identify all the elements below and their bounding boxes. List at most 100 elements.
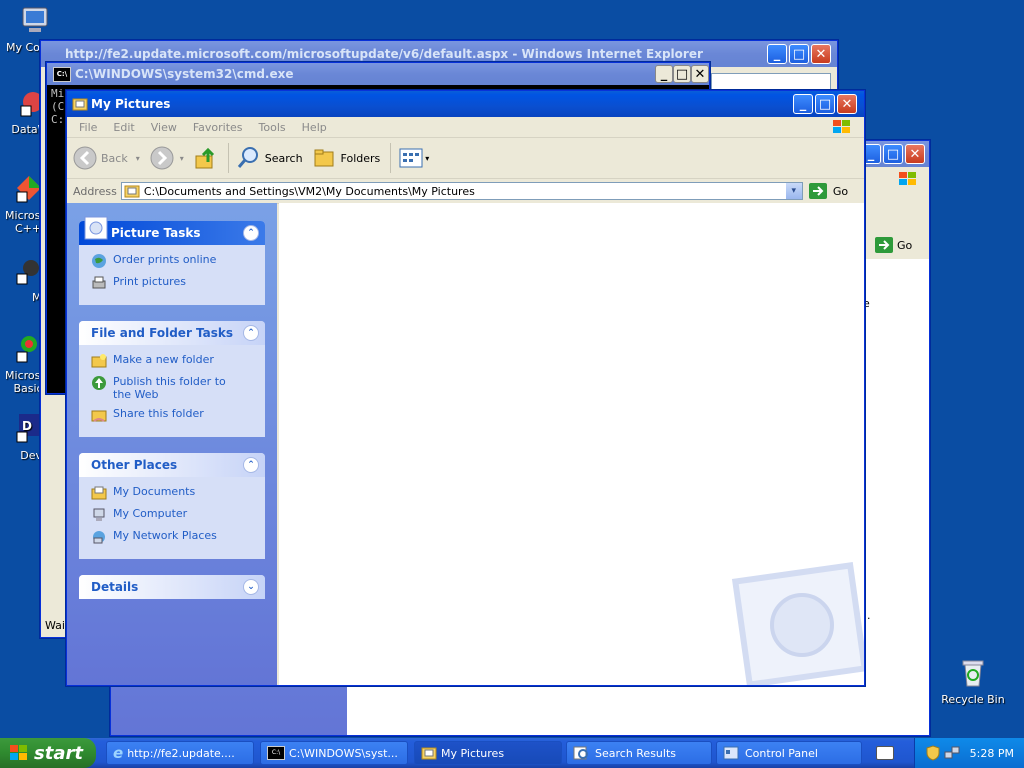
taskbar-button-label: http://fe2.update.... bbox=[127, 746, 235, 760]
task-make-new-folder[interactable]: Make a new folder bbox=[91, 353, 255, 369]
panel-header[interactable]: Picture Tasks ⌃ bbox=[79, 216, 265, 245]
search-close-button[interactable]: ✕ bbox=[905, 144, 925, 164]
my-documents-icon bbox=[91, 486, 107, 500]
menu-file[interactable]: File bbox=[71, 121, 105, 134]
start-button[interactable]: start bbox=[0, 738, 96, 768]
task-share-folder[interactable]: Share this folder bbox=[91, 407, 255, 423]
windows-logo-icon bbox=[899, 172, 916, 185]
ie-close-button[interactable]: ✕ bbox=[811, 44, 831, 64]
recycle-bin-icon bbox=[962, 660, 984, 687]
task-publish-folder[interactable]: Publish this folder to the Web bbox=[91, 375, 255, 401]
desktop-icon-recycle-bin[interactable]: Recycle Bin bbox=[938, 656, 1008, 706]
network-connection-icon[interactable] bbox=[944, 745, 960, 761]
place-my-documents[interactable]: My Documents bbox=[91, 485, 255, 501]
keyboard-icon[interactable] bbox=[876, 746, 894, 760]
search-go-button[interactable]: Go bbox=[875, 237, 912, 253]
windows-logo-icon bbox=[833, 120, 850, 133]
taskbar-button-label: Search Results bbox=[595, 746, 677, 760]
taskbar-button-label: My Pictures bbox=[441, 746, 505, 760]
taskbar-button-cmd[interactable]: C:\ C:\WINDOWS\syst... bbox=[260, 741, 408, 765]
task-label: Order prints online bbox=[113, 253, 217, 266]
back-button[interactable]: Back ▾ bbox=[73, 146, 140, 170]
explorer-titlebar[interactable]: My Pictures _ □ ✕ bbox=[67, 91, 864, 117]
chevron-down-icon: ▾ bbox=[425, 153, 430, 163]
explorer-close-button[interactable]: ✕ bbox=[837, 94, 857, 114]
search-content-text: . bbox=[867, 609, 871, 622]
go-arrow-icon bbox=[808, 183, 827, 199]
taskbar-button-search-results[interactable]: Search Results bbox=[566, 741, 712, 765]
forward-button[interactable]: ▾ bbox=[150, 146, 184, 170]
taskbar-button-ie[interactable]: e http://fe2.update.... bbox=[106, 741, 254, 765]
search-results-icon bbox=[573, 746, 588, 760]
search-button[interactable]: Search bbox=[237, 146, 303, 170]
cmd-close-button[interactable]: ✕ bbox=[691, 65, 709, 83]
panel-header[interactable]: Details ⌄ bbox=[79, 575, 265, 599]
panel-title: Picture Tasks bbox=[111, 226, 201, 240]
folder-pictures-icon bbox=[124, 185, 140, 198]
ie-window-title: http://fe2.update.microsoft.com/microsof… bbox=[65, 47, 703, 61]
task-label: Make a new folder bbox=[113, 353, 214, 366]
publish-web-icon bbox=[92, 376, 106, 390]
explorer-minimize-button[interactable]: _ bbox=[793, 94, 813, 114]
task-label: Share this folder bbox=[113, 407, 204, 420]
go-arrow-icon bbox=[875, 237, 893, 253]
go-label: Go bbox=[832, 184, 849, 198]
explorer-menubar: File Edit View Favorites Tools Help bbox=[67, 117, 864, 138]
place-my-network-places[interactable]: My Network Places bbox=[91, 529, 255, 545]
toolbar-divider bbox=[227, 143, 229, 173]
svg-text:D: D bbox=[22, 419, 32, 433]
panel-header[interactable]: Other Places ⌃ bbox=[79, 453, 265, 477]
taskbar-button-my-pictures[interactable]: My Pictures bbox=[414, 741, 562, 765]
explorer-maximize-button[interactable]: □ bbox=[815, 94, 835, 114]
menu-favorites[interactable]: Favorites bbox=[185, 121, 251, 134]
ie-maximize-button[interactable]: □ bbox=[789, 44, 809, 64]
menu-view[interactable]: View bbox=[143, 121, 185, 134]
security-shield-icon[interactable] bbox=[926, 745, 940, 761]
cmd-maximize-button[interactable]: □ bbox=[673, 65, 691, 83]
cmd-icon: C:\ bbox=[53, 67, 71, 82]
search-label: Search bbox=[264, 151, 303, 165]
cmd-minimize-button[interactable]: _ bbox=[655, 65, 673, 83]
go-button[interactable]: Go bbox=[808, 183, 849, 199]
views-button[interactable]: ▾ bbox=[399, 148, 429, 168]
address-dropdown-button[interactable]: ▾ bbox=[785, 183, 802, 199]
other-places-panel: Other Places ⌃ My Documents My Computer … bbox=[79, 453, 265, 559]
picture-tasks-icon bbox=[84, 216, 108, 240]
address-input[interactable]: C:\Documents and Settings\VM2\My Documen… bbox=[120, 182, 803, 200]
ie-minimize-button[interactable]: _ bbox=[767, 44, 787, 64]
menu-help[interactable]: Help bbox=[294, 121, 335, 134]
menu-tools[interactable]: Tools bbox=[251, 121, 294, 134]
back-arrow-icon bbox=[73, 146, 97, 170]
cmd-titlebar[interactable]: C:\ C:\WINDOWS\system32\cmd.exe _ □ ✕ bbox=[47, 63, 709, 85]
network-places-icon bbox=[93, 531, 105, 544]
folders-label: Folders bbox=[340, 151, 381, 165]
ie-icon: e bbox=[113, 744, 124, 762]
taskbar-button-control-panel[interactable]: Control Panel bbox=[716, 741, 862, 765]
taskbar-button-label: Control Panel bbox=[745, 746, 818, 760]
up-folder-button[interactable] bbox=[194, 146, 218, 170]
folders-icon bbox=[314, 149, 334, 167]
folders-button[interactable]: Folders bbox=[313, 146, 381, 170]
task-label: My Documents bbox=[113, 485, 196, 498]
up-folder-icon bbox=[195, 147, 214, 169]
menu-edit[interactable]: Edit bbox=[105, 121, 142, 134]
address-value: C:\Documents and Settings\VM2\My Documen… bbox=[143, 184, 475, 198]
task-print-pictures[interactable]: Print pictures bbox=[91, 275, 255, 291]
search-icon bbox=[237, 147, 258, 168]
expand-chevron-icon[interactable]: ⌄ bbox=[243, 579, 259, 595]
place-my-computer[interactable]: My Computer bbox=[91, 507, 255, 523]
my-computer-icon bbox=[93, 508, 105, 521]
panel-body: My Documents My Computer My Network Plac… bbox=[79, 477, 265, 559]
start-label: start bbox=[34, 742, 83, 764]
my-pictures-window[interactable]: My Pictures _ □ ✕ File Edit View Favorit… bbox=[66, 90, 865, 686]
task-order-prints[interactable]: Order prints online bbox=[91, 253, 255, 269]
collapse-chevron-icon[interactable]: ⌃ bbox=[243, 225, 259, 241]
panel-title: Other Places bbox=[91, 458, 178, 472]
search-maximize-button[interactable]: □ bbox=[883, 144, 903, 164]
task-label: My Computer bbox=[113, 507, 188, 520]
panel-header[interactable]: File and Folder Tasks ⌃ bbox=[79, 321, 265, 345]
clock[interactable]: 5:28 PM bbox=[970, 747, 1014, 760]
collapse-chevron-icon[interactable]: ⌃ bbox=[243, 457, 259, 473]
file-list-area[interactable] bbox=[279, 203, 864, 685]
collapse-chevron-icon[interactable]: ⌃ bbox=[243, 325, 259, 341]
